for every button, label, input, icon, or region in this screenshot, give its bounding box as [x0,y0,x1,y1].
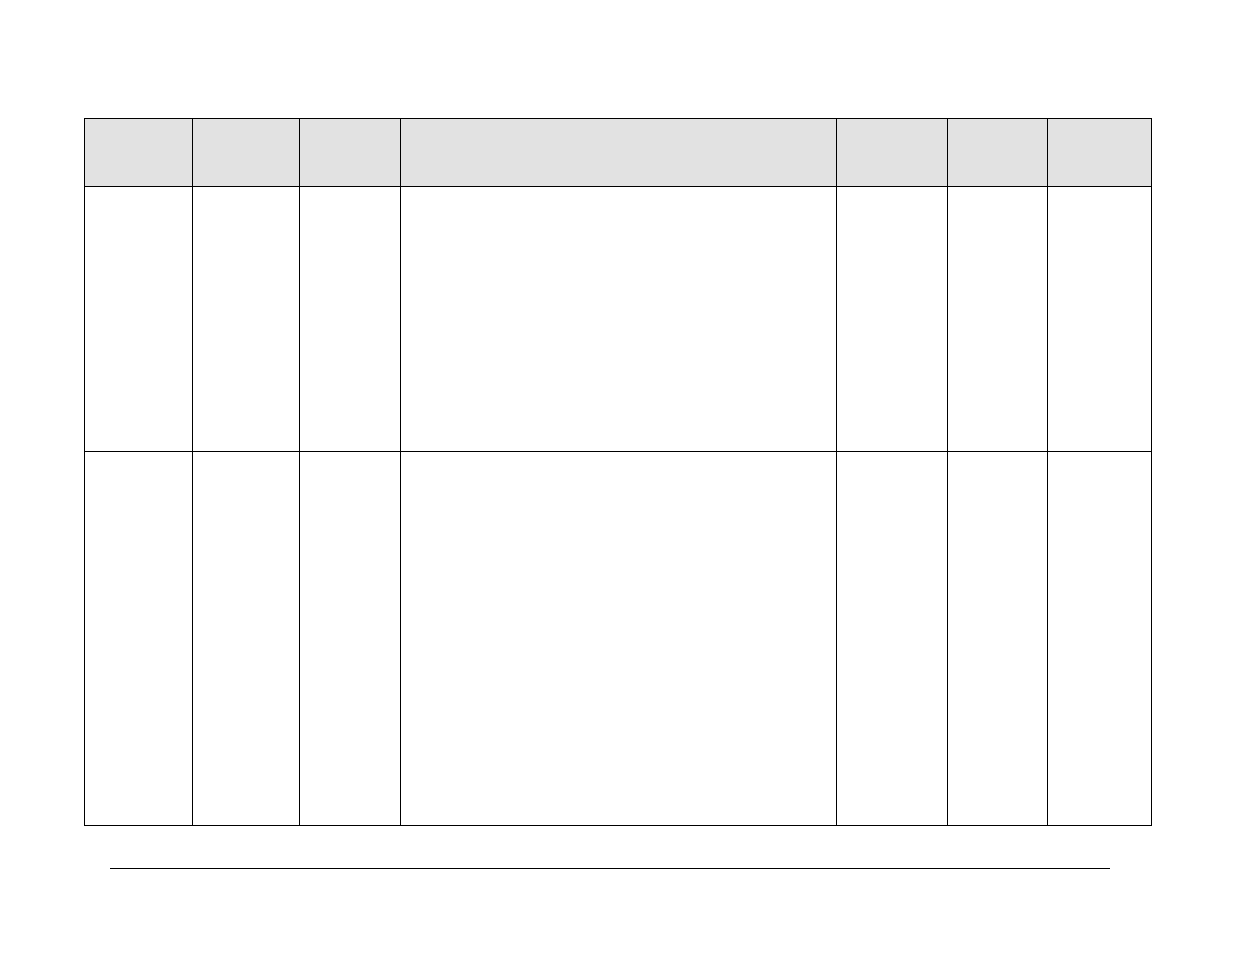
table-cell [948,187,1048,452]
table-header-cell [948,119,1048,187]
table-cell [300,452,401,826]
table-cell [837,452,948,826]
table-cell [837,187,948,452]
table-cell [1048,452,1152,826]
table-cell [193,452,300,826]
table-cell [1048,187,1152,452]
table-header-cell [1048,119,1152,187]
table-cell [401,452,837,826]
table-header-row [85,119,1152,187]
footer-rule [110,868,1110,869]
table-cell [193,187,300,452]
data-table [84,118,1152,826]
table-header-cell [193,119,300,187]
table-cell [300,187,401,452]
table-cell [85,187,193,452]
table-header-cell [401,119,837,187]
table-cell [948,452,1048,826]
table-row [85,187,1152,452]
table-cell [85,452,193,826]
page: { "table": { "headers": ["", "", "", "",… [0,0,1235,954]
table-header-cell [85,119,193,187]
table-cell [401,187,837,452]
table-row [85,452,1152,826]
table-header-cell [837,119,948,187]
table-header-cell [300,119,401,187]
